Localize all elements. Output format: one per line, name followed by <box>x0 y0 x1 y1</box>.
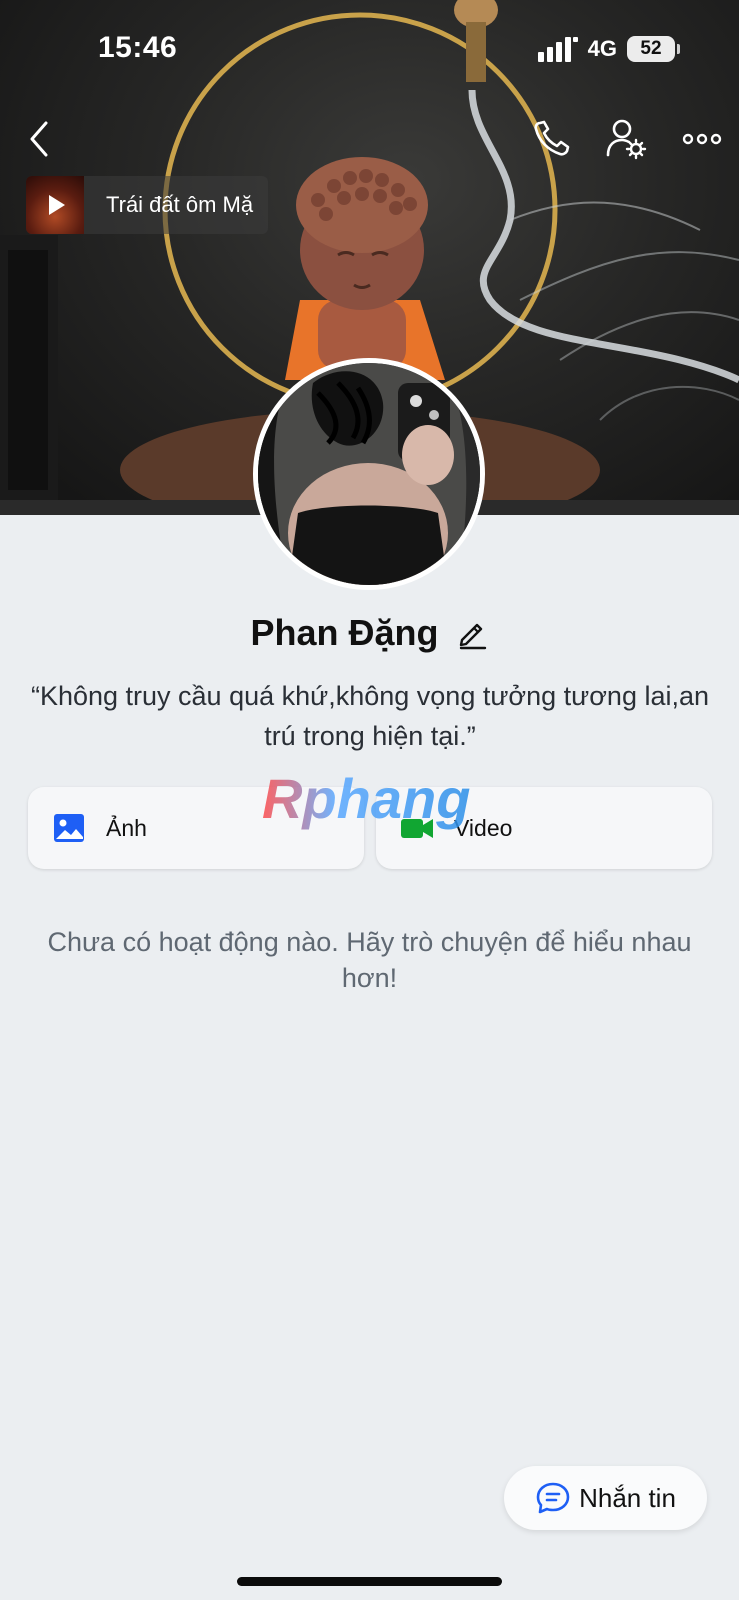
photos-label: Ảnh <box>106 814 147 841</box>
more-button[interactable] <box>678 115 726 163</box>
image-icon <box>54 814 84 842</box>
user-gear-icon <box>606 119 647 160</box>
back-button[interactable] <box>16 115 64 163</box>
message-button-label: Nhắn tin <box>579 1482 676 1513</box>
status-bar: 15:46 4G 52 <box>0 0 739 100</box>
profile-name-row: Phan Đặng <box>0 612 739 654</box>
battery-level: 52 <box>640 38 662 59</box>
video-camera-icon <box>401 819 433 838</box>
profile-name: Phan Đặng <box>250 612 439 653</box>
status-time: 15:46 <box>98 31 178 64</box>
profile-settings-button[interactable] <box>602 115 650 163</box>
music-thumbnail <box>26 176 84 234</box>
call-button[interactable] <box>528 115 576 163</box>
network-type: 4G <box>587 36 617 61</box>
music-title: Trái đất ôm Mặ <box>106 192 254 217</box>
profile-music-player[interactable]: Trái đất ôm Mặ <box>26 176 268 234</box>
empty-activity-message: Chưa có hoạt động nào. Hãy trò chuyện để… <box>47 927 692 993</box>
play-icon <box>49 195 65 215</box>
photos-button[interactable]: Ảnh <box>28 787 364 869</box>
phone-icon <box>534 120 570 156</box>
message-button[interactable]: Nhắn tin <box>504 1466 707 1530</box>
battery-icon: 52 <box>627 36 680 62</box>
status-indicators: 4G 52 <box>537 36 680 62</box>
home-indicator[interactable] <box>237 1577 502 1586</box>
profile-bio: “Không truy cầu quá khứ,không vọng tưởng… <box>30 681 710 751</box>
more-horizontal-icon <box>682 133 722 145</box>
pencil-edit-icon[interactable] <box>455 616 489 650</box>
chevron-left-icon <box>30 121 48 157</box>
avatar[interactable] <box>253 358 485 590</box>
videos-label: Video <box>454 814 513 841</box>
videos-button[interactable]: Video <box>376 787 712 869</box>
avatar-photo <box>258 363 480 585</box>
chat-bubble-icon <box>536 1482 570 1514</box>
signal-icon <box>537 37 578 62</box>
